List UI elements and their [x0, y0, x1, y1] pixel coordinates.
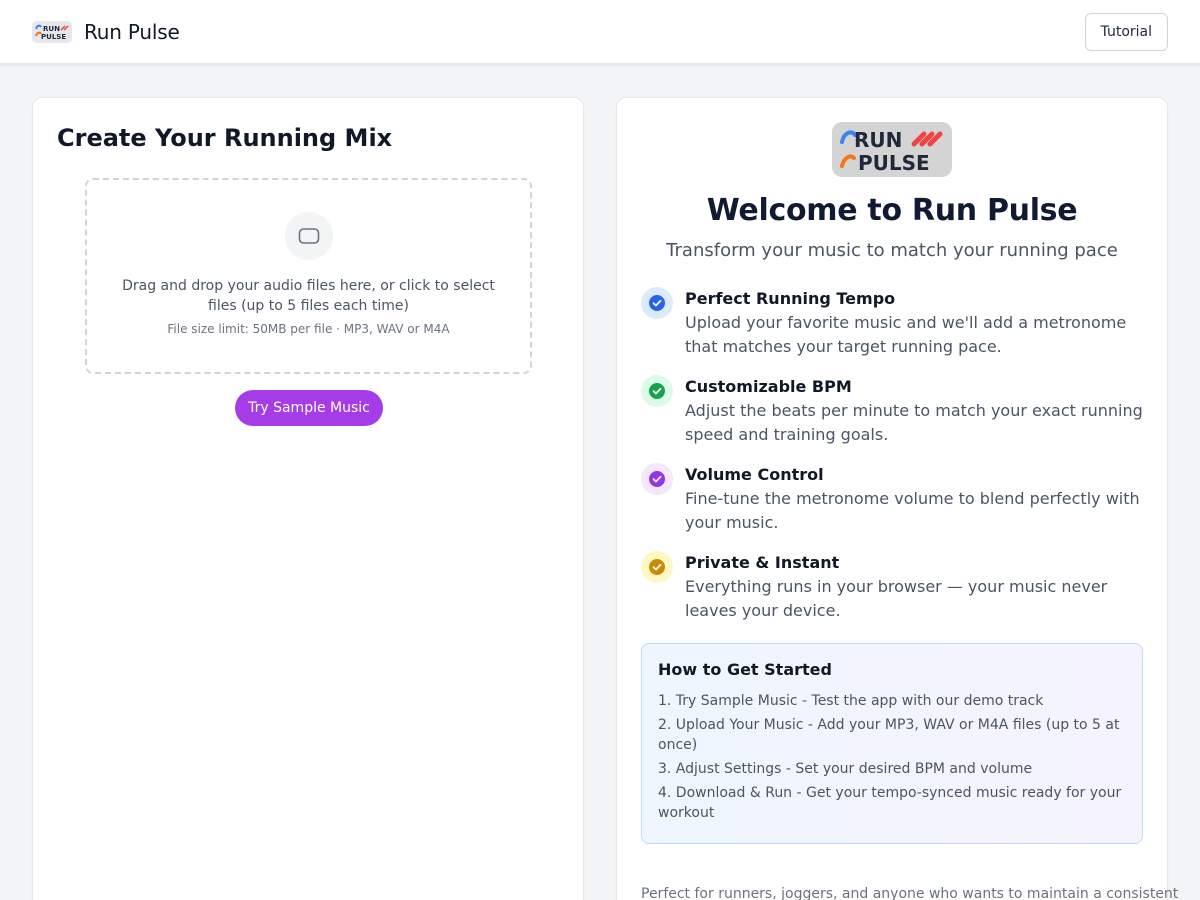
feature-item: Volume Control Fine-tune the metronome v…: [641, 463, 1143, 535]
upload-title: Create Your Running Mix: [57, 124, 393, 152]
welcome-card: RUN PULSE Welcome to Run Pulse Transform…: [616, 97, 1179, 900]
check-circle-icon: [641, 375, 673, 407]
feature-title: Private & Instant: [685, 553, 840, 572]
check-circle-icon: [641, 463, 673, 495]
svg-text:RUN: RUN: [43, 25, 60, 33]
check-circle-icon: [641, 551, 673, 583]
how-to-step: 3. Adjust Settings - Set your desired BP…: [658, 761, 1033, 777]
feature-description: Upload your favorite music and we'll add…: [685, 313, 1127, 356]
how-to-step: 4. Download & Run - Get your tempo-synce…: [658, 785, 1122, 821]
dropzone-instructions: Drag and drop your audio files here, or …: [122, 278, 495, 314]
feature-description: Fine-tune the metronome volume to blend …: [685, 489, 1140, 532]
feature-list: Perfect Running Tempo Upload your favori…: [641, 287, 1143, 623]
upload-card: Create Your Running Mix Drag and drop yo…: [32, 97, 584, 900]
try-sample-music-button[interactable]: Try Sample Music: [235, 390, 383, 426]
how-to-get-started-box: How to Get Started 1. Try Sample Music -…: [641, 643, 1143, 844]
footer-note: Perfect for runners, joggers, and anyone…: [641, 886, 1179, 900]
check-circle-icon: [641, 287, 673, 319]
how-to-step: 1. Try Sample Music - Test the app with …: [658, 693, 1044, 709]
welcome-tagline: Transform your music to match your runni…: [666, 240, 1118, 261]
feature-title: Perfect Running Tempo: [685, 289, 896, 308]
how-to-step: 2. Upload Your Music - Add your MP3, WAV…: [658, 717, 1120, 753]
svg-text:PULSE: PULSE: [858, 151, 930, 175]
svg-text:PULSE: PULSE: [41, 33, 66, 41]
feature-item: Customizable BPM Adjust the beats per mi…: [641, 375, 1143, 447]
app-title: Run Pulse: [84, 19, 180, 44]
run-pulse-hero-logo: RUN PULSE: [832, 122, 952, 177]
feature-description: Adjust the beats per minute to match you…: [685, 401, 1143, 444]
run-pulse-logo-icon: RUN PULSE: [32, 20, 72, 43]
file-size-limit: File size limit: 50MB per file · MP3, WA…: [167, 322, 450, 336]
brand[interactable]: RUN PULSE Run Pulse: [32, 20, 180, 44]
feature-title: Volume Control: [685, 465, 824, 484]
upload-icon-wrapper: [284, 212, 333, 260]
svg-text:RUN: RUN: [854, 128, 902, 152]
tutorial-button[interactable]: Tutorial: [1084, 12, 1168, 51]
upload-icon: [298, 228, 319, 244]
file-dropzone[interactable]: Drag and drop your audio files here, or …: [85, 178, 532, 374]
app-header: RUN PULSE Run Pulse Tutorial: [0, 0, 1200, 64]
feature-title: Customizable BPM: [685, 377, 852, 396]
welcome-heading: Welcome to Run Pulse: [706, 193, 1078, 228]
feature-description: Everything runs in your browser — your m…: [685, 577, 1108, 620]
how-to-title: How to Get Started: [658, 660, 832, 679]
feature-item: Private & Instant Everything runs in you…: [641, 551, 1143, 623]
feature-item: Perfect Running Tempo Upload your favori…: [641, 287, 1143, 359]
